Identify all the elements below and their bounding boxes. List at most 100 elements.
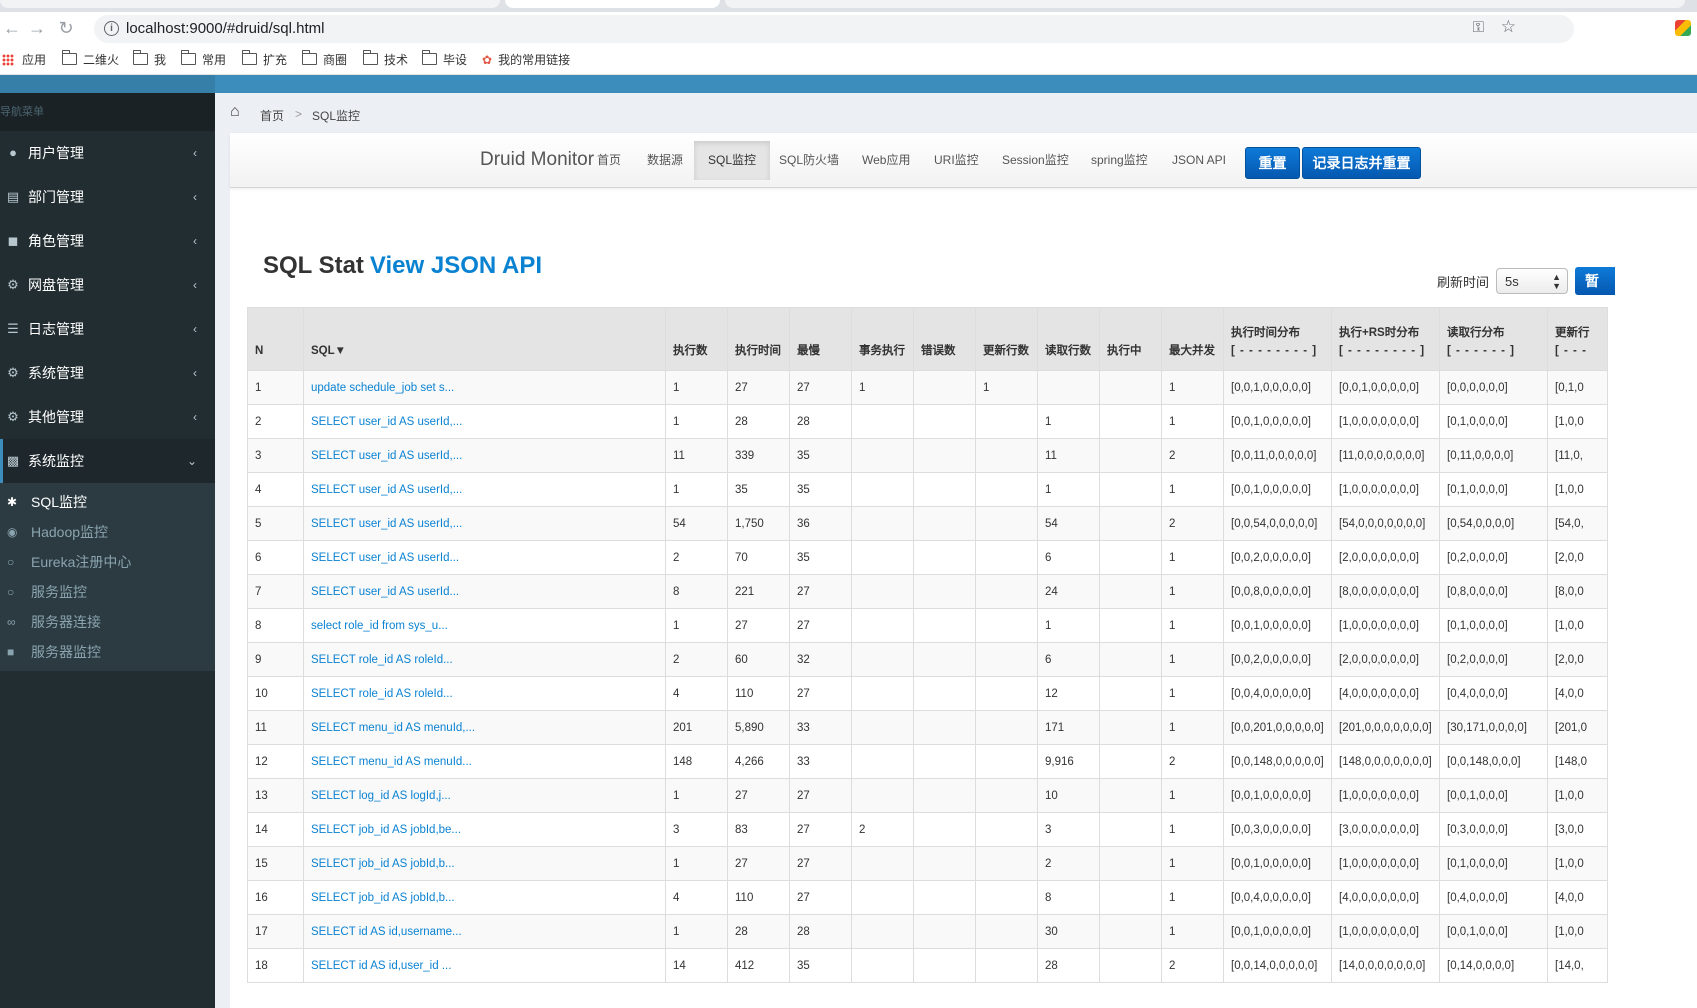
table-cell: [1,0,0,0,0,0,0,0]	[1331, 914, 1440, 949]
sql-link[interactable]: SELECT role_id AS roleId...	[311, 688, 453, 700]
sql-link[interactable]: SELECT user_id AS userId,...	[311, 416, 462, 428]
reload-icon[interactable]: ↻	[56, 18, 76, 38]
url-input[interactable]: i localhost:9000/#druid/sql.html ⚿ ☆	[94, 15, 1574, 43]
table-cell: 9	[247, 642, 304, 677]
browser-tab[interactable]	[725, 0, 1685, 8]
column-header[interactable]: 更新行数	[975, 307, 1038, 371]
table-cell: [14,0,0,0,0,0,0,0]	[1331, 948, 1440, 983]
extension-icon[interactable]	[1675, 20, 1691, 36]
sql-link[interactable]: SELECT log_id AS logId,j...	[311, 790, 451, 802]
column-header[interactable]: 执行中	[1099, 307, 1162, 371]
breadcrumb-home[interactable]: 首页	[260, 107, 284, 124]
table-cell: 4,266	[727, 744, 790, 779]
sql-link[interactable]: SELECT job_id AS jobId,be...	[311, 824, 461, 836]
druid-nav-uri[interactable]: URI监控	[920, 141, 993, 180]
sidebar-subitem-sql[interactable]: ✱ SQL监控	[0, 487, 215, 517]
sql-link[interactable]: SELECT user_id AS userId...	[311, 586, 459, 598]
column-header[interactable]: 最大并发	[1161, 307, 1224, 371]
bookmark-folder[interactable]: 毕设	[421, 50, 467, 69]
sql-link[interactable]: SELECT user_id AS userId,...	[311, 484, 462, 496]
view-json-api-link[interactable]: View JSON API	[370, 252, 542, 279]
sql-link[interactable]: update schedule_job set s...	[311, 382, 454, 394]
druid-brand[interactable]: Druid Monitor	[480, 149, 594, 171]
table-cell: 2	[1037, 846, 1100, 881]
sidebar-item-user[interactable]: ● 用户管理 ‹	[0, 131, 215, 175]
forward-icon[interactable]: →	[27, 18, 47, 38]
bookmark-folder[interactable]: 商圈	[301, 50, 347, 69]
sql-link[interactable]: SELECT id AS id,user_id ...	[311, 960, 451, 972]
table-cell: 11	[1037, 438, 1100, 473]
druid-nav-firewall[interactable]: SQL防火墙	[765, 141, 853, 180]
table-cell: SELECT role_id AS roleId...	[303, 642, 666, 677]
sql-link[interactable]: SELECT user_id AS userId,...	[311, 518, 462, 530]
druid-nav-spring[interactable]: spring监控	[1077, 141, 1162, 180]
druid-nav-json-api[interactable]: JSON API	[1158, 141, 1240, 180]
sql-link[interactable]: SELECT menu_id AS menuId...	[311, 756, 472, 768]
column-header[interactable]: 读取行数	[1037, 307, 1100, 371]
sidebar-subitem-server-monitor[interactable]: ■ 服务器监控	[0, 637, 215, 667]
key-icon[interactable]: ⚿	[1473, 19, 1484, 36]
table-cell	[851, 778, 914, 813]
log-and-reset-button[interactable]: 记录日志并重置	[1302, 147, 1421, 179]
back-icon[interactable]: ←	[2, 18, 22, 38]
column-header[interactable]: 错误数	[913, 307, 976, 371]
druid-nav-webapp[interactable]: Web应用	[848, 141, 924, 180]
sidebar-item-dept[interactable]: ▤ 部门管理 ‹	[0, 175, 215, 219]
table-row: 7 SELECT user_id AS userId... 8 221 27 24 1 [0,…	[247, 574, 1608, 609]
sql-link[interactable]: SELECT user_id AS userId,...	[311, 450, 462, 462]
bookmark-link[interactable]: ✿ 我的常用链接	[482, 51, 570, 69]
bookmark-folder[interactable]: 扩充	[241, 50, 287, 69]
column-header[interactable]: 执行时间	[727, 307, 790, 371]
sql-link[interactable]: SELECT role_id AS roleId...	[311, 654, 453, 666]
column-header[interactable]: 最慢	[789, 307, 852, 371]
druid-nav-sql[interactable]: SQL监控	[694, 141, 771, 180]
browser-tab[interactable]	[0, 0, 500, 8]
column-header[interactable]: 读取行分布 [ - - - - - - ]	[1439, 307, 1548, 371]
select-arrows-icon: ▲ ▼	[1552, 272, 1561, 291]
druid-nav-session[interactable]: Session监控	[988, 141, 1083, 180]
sidebar-subitem-hadoop[interactable]: ◉ Hadoop监控	[0, 517, 215, 547]
column-header[interactable]: 更新行 [ - - -	[1547, 307, 1608, 371]
sql-link[interactable]: SELECT job_id AS jobId,b...	[311, 892, 455, 904]
sidebar-item-log[interactable]: ☰ 日志管理 ‹	[0, 307, 215, 351]
bookmark-folder[interactable]: 常用	[180, 50, 226, 69]
sql-link[interactable]: select role_id from sys_u...	[311, 620, 448, 632]
druid-nav-home[interactable]: 首页	[583, 141, 635, 180]
table-cell: [0,1,0,0,0,0]	[1439, 846, 1548, 881]
bookmark-folder[interactable]: 二维火	[61, 50, 119, 69]
info-icon[interactable]: i	[104, 21, 119, 36]
sql-link[interactable]: SELECT id AS id,username...	[311, 926, 462, 938]
column-header[interactable]: 执行+RS时分布 [ - - - - - - - - ]	[1331, 307, 1440, 371]
sql-link[interactable]: SELECT menu_id AS menuId,...	[311, 722, 475, 734]
sidebar-item-other[interactable]: ⚙ 其他管理 ‹	[0, 395, 215, 439]
column-header-label: 执行中	[1107, 345, 1142, 357]
bookmark-folder[interactable]: 我	[132, 50, 166, 69]
home-icon[interactable]: ⌂	[230, 103, 240, 121]
bookmark-apps[interactable]: 应用	[2, 51, 46, 69]
sidebar-item-role[interactable]: ◼ 角色管理 ‹	[0, 219, 215, 263]
column-header[interactable]: 执行时间分布 [ - - - - - - - - ]	[1223, 307, 1332, 371]
sidebar-item-monitor[interactable]: ▩ 系统监控 ⌄	[0, 439, 215, 483]
column-header[interactable]: N	[247, 307, 304, 371]
sidebar-subitem-server-conn[interactable]: ∞ 服务器连接	[0, 607, 215, 637]
star-icon[interactable]: ☆	[1501, 17, 1516, 37]
bookmark-folder[interactable]: 技术	[362, 50, 408, 69]
pause-button[interactable]: 暂	[1575, 267, 1615, 295]
sql-link[interactable]: SELECT user_id AS userId...	[311, 552, 459, 564]
reset-button[interactable]: 重置	[1245, 147, 1300, 179]
sidebar-subitem-eureka[interactable]: ○ Eureka注册中心	[0, 547, 215, 577]
column-header[interactable]: 事务执行	[851, 307, 914, 371]
column-header[interactable]: SQL▼	[303, 307, 666, 371]
sidebar-item-netdisk[interactable]: ⚙ 网盘管理 ‹	[0, 263, 215, 307]
table-cell	[1099, 948, 1162, 983]
table-cell: 35	[789, 948, 852, 983]
browser-tab-active[interactable]	[505, 0, 720, 8]
refresh-interval-select[interactable]: 5s ▲ ▼	[1496, 268, 1568, 294]
sidebar-subitem-service[interactable]: ○ 服务监控	[0, 577, 215, 607]
sql-link[interactable]: SELECT job_id AS jobId,b...	[311, 858, 455, 870]
table-cell: 1	[1161, 574, 1224, 609]
column-header[interactable]: 执行数	[665, 307, 728, 371]
app-logo-area[interactable]	[0, 75, 215, 93]
druid-nav-datasource[interactable]: 数据源	[633, 141, 697, 180]
sidebar-item-system[interactable]: ⚙ 系统管理 ‹	[0, 351, 215, 395]
